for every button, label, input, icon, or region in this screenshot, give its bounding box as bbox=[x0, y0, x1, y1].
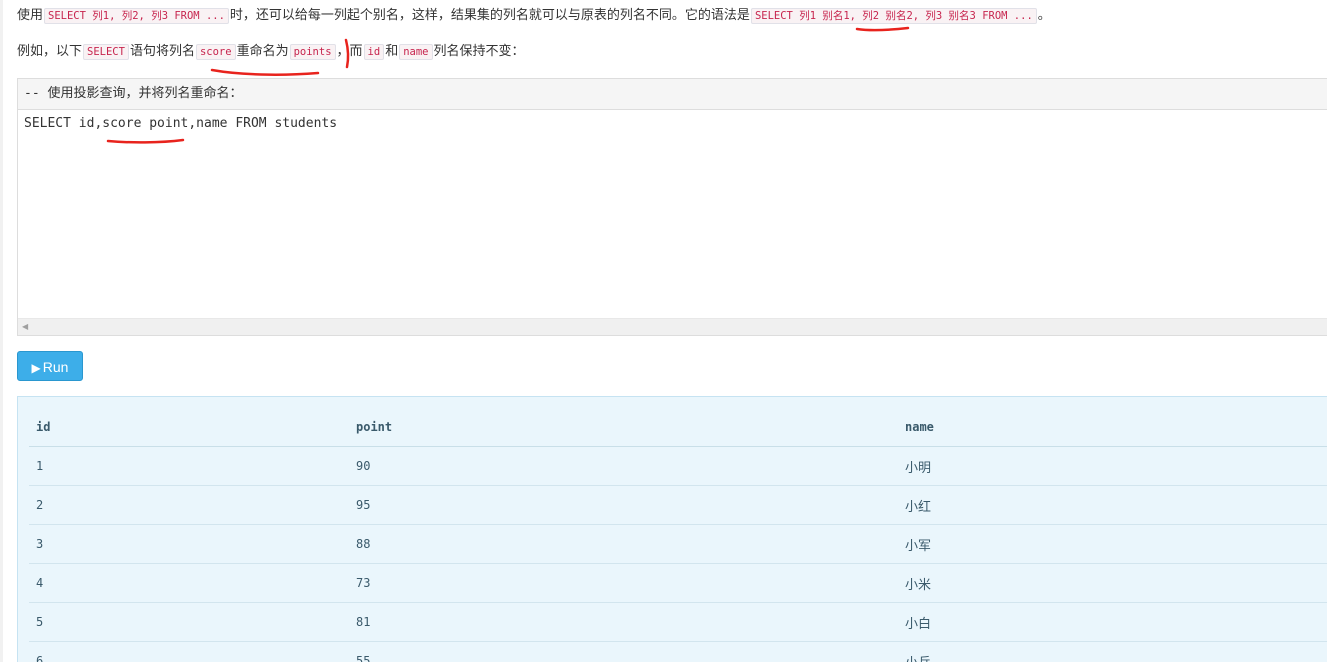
result-panel: id point name 1 90 小明 2 95 小红 3 88 小军 4 … bbox=[17, 396, 1327, 662]
underline-score bbox=[210, 68, 320, 76]
cell-point: 55 bbox=[349, 641, 898, 662]
cell-name: 小米 bbox=[898, 563, 1327, 603]
paragraph-syntax: 使用 SELECT 列1, 列2, 列3 FROM ... 时，还可以给每一列起个别… bbox=[17, 6, 1051, 26]
column-header-point: point bbox=[349, 407, 898, 447]
table-row: 5 81 小白 bbox=[29, 602, 1327, 642]
text: 和 bbox=[385, 44, 399, 59]
table-row: 3 88 小军 bbox=[29, 524, 1327, 564]
result-table: id point name 1 90 小明 2 95 小红 3 88 小军 4 … bbox=[29, 407, 1327, 662]
cell-id: 6 bbox=[29, 641, 349, 662]
left-border bbox=[0, 0, 3, 662]
inline-code: name bbox=[399, 44, 433, 60]
table-row: 2 95 小红 bbox=[29, 485, 1327, 525]
underline-alias-syntax bbox=[855, 26, 910, 32]
paragraph-example: 例如，以下 SELECT 语句将列名 score 重命名为 points ，而 id 和 name… bbox=[17, 42, 525, 62]
inline-code: SELECT bbox=[83, 44, 129, 60]
inline-code: id bbox=[363, 44, 385, 60]
editor-code-line[interactable]: SELECT id,score point,name FROM students bbox=[18, 110, 1327, 138]
text: 语句将列名 bbox=[129, 44, 195, 59]
cell-id: 1 bbox=[29, 446, 349, 486]
cell-id: 2 bbox=[29, 485, 349, 525]
text: 列名保持不变： bbox=[433, 44, 525, 59]
page: 使用 SELECT 列1, 列2, 列3 FROM ... 时，还可以给每一列起个别… bbox=[0, 0, 1327, 662]
cell-id: 5 bbox=[29, 602, 349, 642]
run-button-label: Run bbox=[42, 359, 69, 375]
inline-code: SELECT 列1, 列2, 列3 FROM ... bbox=[44, 8, 229, 24]
cell-name: 小军 bbox=[898, 524, 1327, 564]
column-header-name: name bbox=[898, 407, 1327, 447]
cell-point: 90 bbox=[349, 446, 898, 486]
cell-point: 88 bbox=[349, 524, 898, 564]
cell-name: 小红 bbox=[898, 485, 1327, 525]
sql-editor[interactable]: -- 使用投影查询，并将列名重命名： SELECT id,score point… bbox=[17, 78, 1327, 336]
run-button[interactable]: ▶ Run bbox=[17, 351, 83, 381]
cell-name: 小白 bbox=[898, 602, 1327, 642]
table-row: 6 55 小兵 bbox=[29, 641, 1327, 662]
table-header-row: id point name bbox=[29, 407, 1327, 447]
text: 使用 bbox=[17, 8, 44, 23]
inline-code: points bbox=[289, 44, 336, 60]
cell-point: 73 bbox=[349, 563, 898, 603]
horizontal-scrollbar[interactable]: ◀ bbox=[18, 318, 1327, 335]
cell-point: 81 bbox=[349, 602, 898, 642]
text: ，而 bbox=[336, 44, 363, 59]
cell-id: 4 bbox=[29, 563, 349, 603]
column-header-id: id bbox=[29, 407, 349, 447]
editor-comment-line[interactable]: -- 使用投影查询，并将列名重命名： bbox=[18, 79, 1327, 110]
cell-name: 小明 bbox=[898, 446, 1327, 486]
text: 例如，以下 bbox=[17, 44, 83, 59]
cell-point: 95 bbox=[349, 485, 898, 525]
inline-code: score bbox=[195, 44, 236, 60]
cell-id: 3 bbox=[29, 524, 349, 564]
play-icon: ▶ bbox=[31, 361, 41, 375]
cell-name: 小兵 bbox=[898, 641, 1327, 662]
scroll-left-icon[interactable]: ◀ bbox=[22, 322, 28, 332]
inline-code: SELECT 列1 别名1, 列2 别名2, 列3 别名3 FROM ... bbox=[750, 8, 1037, 24]
text: 。 bbox=[1037, 8, 1051, 23]
text: 时，还可以给每一列起个别名，这样，结果集的列名就可以与原表的列名不同。它的语法是 bbox=[229, 8, 750, 23]
table-row: 4 73 小米 bbox=[29, 563, 1327, 603]
text: 重命名为 bbox=[236, 44, 289, 59]
table-row: 1 90 小明 bbox=[29, 446, 1327, 486]
